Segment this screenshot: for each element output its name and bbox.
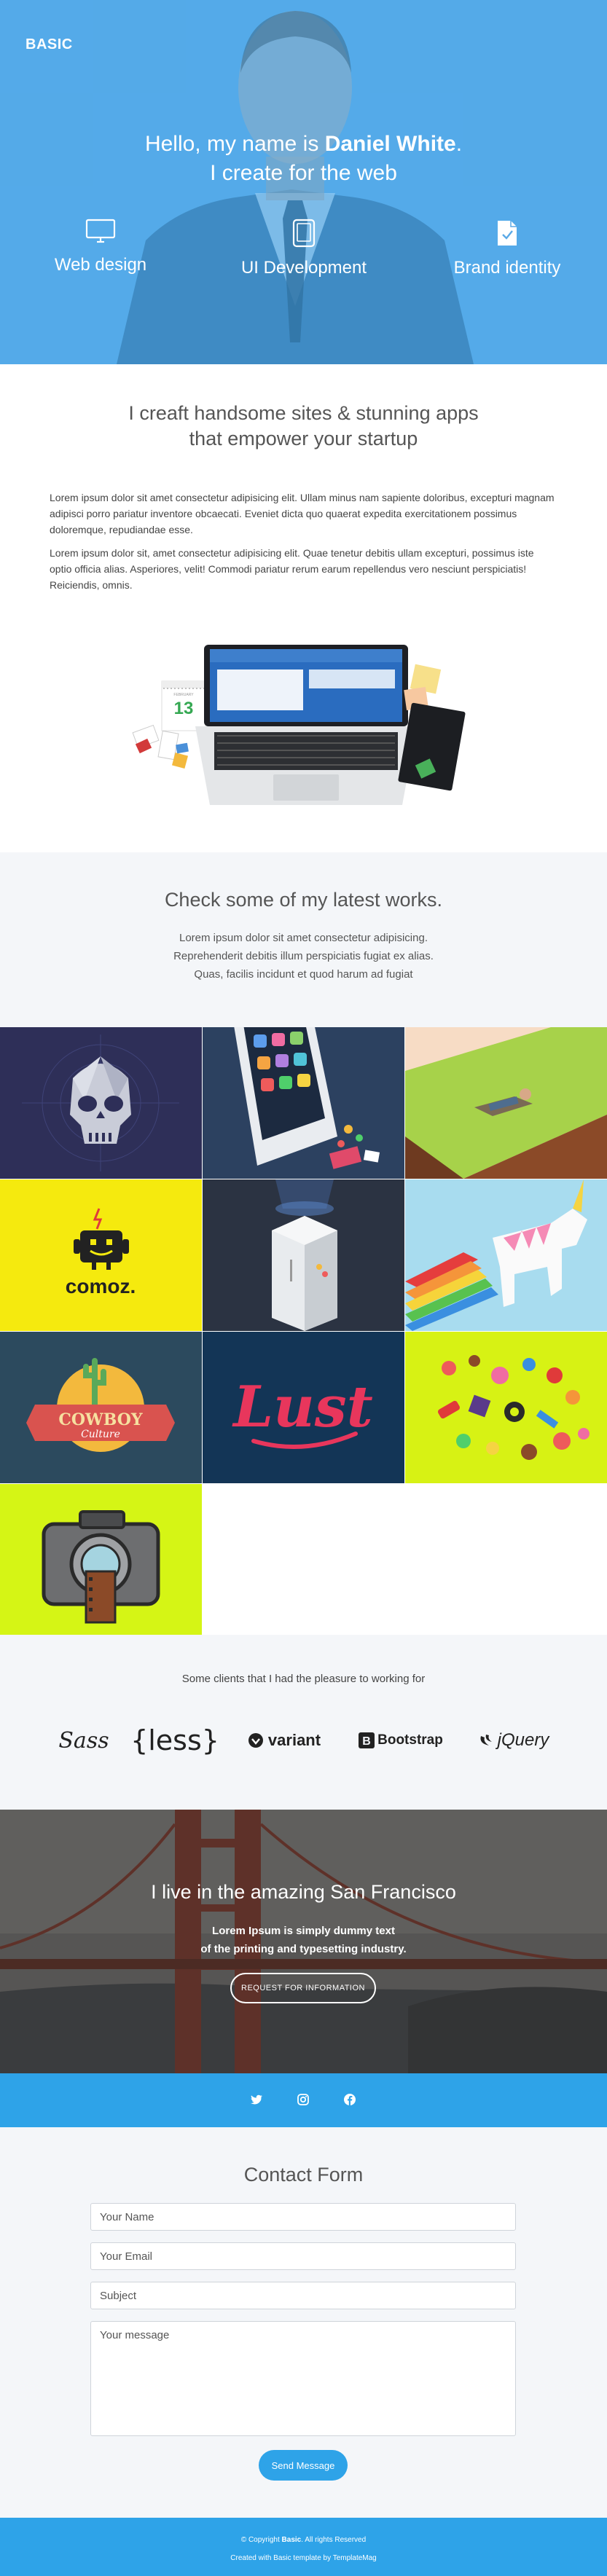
portfolio-tile-candy[interactable] (405, 1332, 607, 1483)
portfolio-grid: comoz. COWBOY Culture Lust (0, 1027, 607, 1635)
monitor-icon (85, 219, 116, 243)
skull-illustration (22, 1034, 179, 1171)
service-ui-development: UI Development (216, 219, 391, 278)
service-web-design: Web design (13, 219, 188, 275)
works-section: Check some of my latest works. Lorem ips… (0, 852, 607, 1027)
bootstrap-logo-text: Bootstrap (377, 1732, 443, 1748)
service-label: UI Development (240, 258, 367, 278)
works-heading: Check some of my latest works. (164, 889, 443, 911)
banner-line-1: Lorem Ipsum is simply dummy text (212, 1925, 395, 1937)
service-brand-identity: Brand identity (420, 219, 595, 278)
lust-lettering: Lust (232, 1374, 373, 1449)
instagram-icon[interactable] (294, 2091, 312, 2108)
service-label: Brand identity (453, 258, 561, 278)
san-francisco-banner: I live in the amazing San Francisco Lore… (0, 1810, 607, 2073)
twitter-icon[interactable] (248, 2091, 265, 2108)
comoz-logo: comoz. (66, 1208, 136, 1297)
cowboy-text: COWBOY (58, 1410, 143, 1429)
lust-text: Lust (232, 1374, 373, 1440)
brand-logo[interactable]: BASIC (26, 36, 73, 53)
culture-text: Culture (81, 1429, 120, 1440)
less-logo-text: {less} (130, 1724, 219, 1756)
banner-line-2: of the printing and typesetting industry… (200, 1943, 407, 1955)
cowboy-culture-logo: COWBOY Culture (26, 1358, 175, 1452)
contact-section: Contact Form Send Message (0, 2127, 607, 2518)
portfolio-tile-fridge[interactable] (203, 1179, 404, 1331)
subject-field[interactable] (90, 2282, 516, 2309)
laptop-icon (195, 645, 417, 805)
banner-text: Lorem Ipsum is simply dummy text of the … (0, 1922, 607, 1958)
document-check-icon (498, 221, 517, 246)
jquery-swoosh-icon (480, 1735, 492, 1746)
calendar-day: 13 (174, 699, 194, 718)
jquery-logo-text: jQuery (497, 1730, 549, 1750)
portfolio-tile-hammock[interactable] (405, 1027, 607, 1179)
works-line-1: Lorem ipsum dolor sit amet consectetur a… (179, 932, 428, 944)
social-bar (0, 2073, 607, 2127)
footer: © Copyright Basic. All rights Reserved C… (0, 2518, 607, 2576)
calendar-icon: FEBRUARY 13 (161, 680, 206, 731)
portfolio-tile-lust[interactable]: Lust (203, 1332, 404, 1483)
variant-logo-text: variant (267, 1731, 321, 1749)
copyright-text: © Copyright Basic. All rights Reserved (240, 2536, 367, 2544)
hero-line-2: I create for the web (210, 161, 397, 185)
heart-icon (248, 1733, 263, 1748)
sass-logo-text: Sass (58, 1727, 109, 1754)
intro-heading: I creaft handsome sites & stunning apps … (0, 401, 607, 452)
workspace-illustration: FEBRUARY 13 (132, 645, 466, 805)
request-info-button[interactable]: REQUEST FOR INFORMATION (230, 1973, 376, 2003)
intro-section: I creaft handsome sites & stunning apps … (0, 364, 607, 852)
copyright-brand: Basic (281, 2536, 302, 2544)
send-message-button[interactable]: Send Message (259, 2450, 348, 2481)
hero-line-1: Hello, my name is Daniel White. (144, 132, 463, 156)
intro-heading-line-1: I creaft handsome sites & stunning apps (128, 402, 479, 424)
intro-paragraph-2: Lorem ipsum dolor sit, amet consectetur … (50, 547, 534, 591)
intro-heading-line-2: that empower your startup (189, 428, 418, 449)
hero-section: BASIC Hello, my name is Daniel White. I … (0, 0, 607, 364)
facebook-icon[interactable] (341, 2091, 359, 2108)
svg-text:B: B (362, 1735, 371, 1748)
bootstrap-icon: B (359, 1732, 375, 1748)
email-field[interactable] (90, 2242, 516, 2270)
works-line-2: Reprehenderit debitis illum perspiciatis… (173, 950, 434, 962)
camera-illustration (42, 1510, 160, 1624)
portfolio-tile-phone[interactable] (203, 1027, 404, 1179)
fridge-illustration (272, 1179, 337, 1331)
tablet-icon (292, 219, 316, 248)
banner-heading: I live in the amazing San Francisco (151, 1881, 456, 1903)
client-logo-variant: variant (233, 1719, 335, 1762)
works-line-3: Quas, facilis incidunt et quod harum ad … (194, 968, 413, 981)
comoz-text: comoz. (66, 1275, 136, 1297)
portfolio-tile-unicorn[interactable] (405, 1179, 607, 1331)
hero-title: Hello, my name is Daniel White. I create… (0, 130, 607, 188)
portfolio-tile-comoz[interactable]: comoz. (0, 1179, 202, 1331)
portfolio-tile-skull[interactable] (0, 1027, 202, 1179)
phone-illustration (234, 1027, 380, 1169)
name-field[interactable] (90, 2203, 516, 2231)
portfolio-tile-cowboy[interactable]: COWBOY Culture (0, 1332, 202, 1483)
works-description: Lorem ipsum dolor sit amet consectetur a… (0, 929, 607, 983)
hammock-illustration (405, 1027, 607, 1179)
calendar-month: FEBRUARY (173, 693, 194, 697)
message-field[interactable] (90, 2321, 516, 2436)
client-logo-sass: Sass (44, 1719, 124, 1762)
service-label: Web design (54, 255, 147, 275)
client-logo-jquery: jQuery (466, 1719, 561, 1762)
candy-illustration (437, 1355, 590, 1460)
clients-lead: Some clients that I had the pleasure to … (181, 1673, 426, 1685)
intro-paragraph-1: Lorem ipsum dolor sit amet consectetur a… (50, 492, 555, 535)
clients-section: Some clients that I had the pleasure to … (0, 1635, 607, 1810)
contact-heading: Contact Form (243, 2164, 364, 2186)
credit-text: Created with Basic template by TemplateM… (230, 2554, 377, 2562)
client-logo-less: {less} (130, 1719, 219, 1762)
portfolio-tile-camera[interactable] (0, 1484, 202, 1635)
client-logo-bootstrap: B Bootstrap (350, 1719, 452, 1762)
unicorn-illustration (405, 1179, 587, 1331)
